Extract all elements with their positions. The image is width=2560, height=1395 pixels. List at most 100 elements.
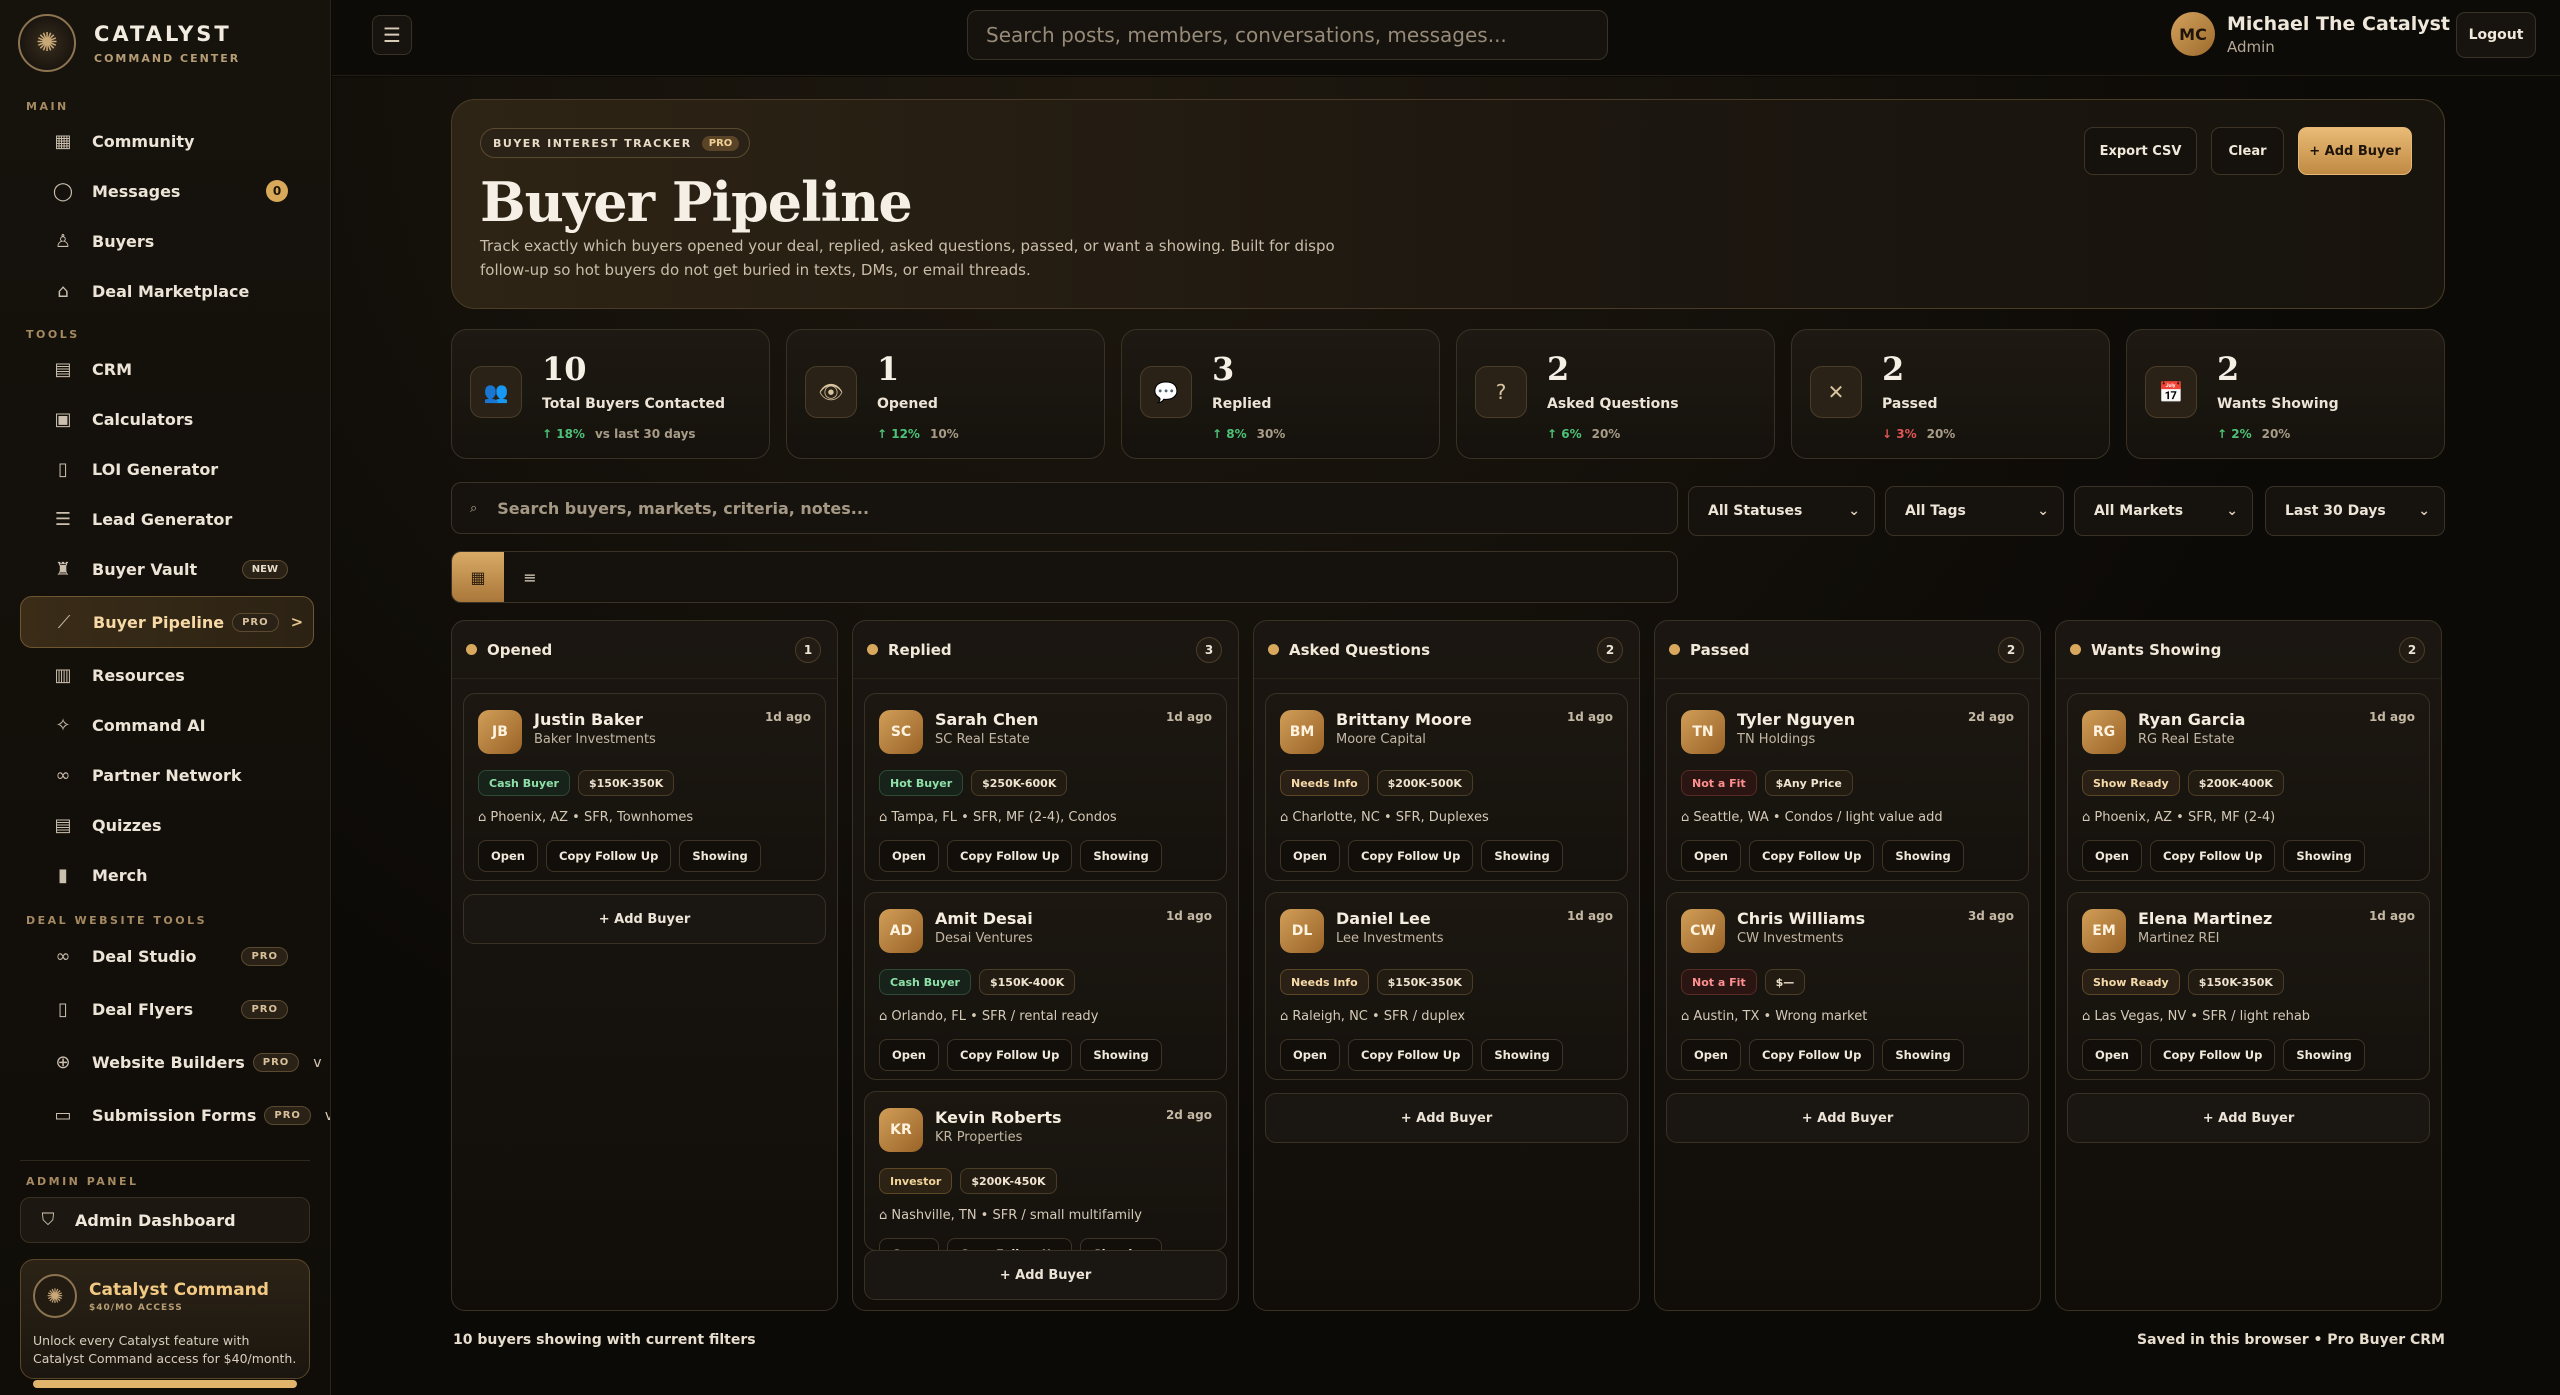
stat-label: Opened: [877, 396, 938, 412]
buyer-card[interactable]: EM Elena Martinez Martinez REI 1d ago Show R…: [2067, 892, 2430, 1080]
sidebar-item-lead-generator[interactable]: ☰ Lead Generator: [20, 494, 314, 544]
sidebar-item-buyers[interactable]: ♙ Buyers: [20, 216, 314, 266]
open-button[interactable]: Open: [1681, 840, 1741, 872]
price-range-tag: $150K-350K: [577, 770, 675, 796]
open-button[interactable]: Open: [879, 840, 939, 872]
tags-filter-select[interactable]: All Tags ⌄: [1885, 486, 2064, 536]
list-view-button[interactable]: ≡: [504, 552, 556, 602]
chevron-down-icon: ⌄: [2226, 503, 2238, 519]
sidebar-item-buyer-vault[interactable]: ♜ Buyer Vault NEW: [20, 544, 314, 594]
card-actions: OpenCopy Follow UpShowing: [1280, 840, 1563, 872]
showing-button[interactable]: Showing: [679, 840, 761, 872]
showing-button[interactable]: Showing: [1882, 840, 1964, 872]
buyer-name: Tyler Nguyen: [1737, 710, 1856, 729]
copy-follow-up-button[interactable]: Copy Follow Up: [546, 840, 672, 872]
showing-button[interactable]: Showing: [1080, 840, 1162, 872]
column-add-buyer-button[interactable]: + Add Buyer: [463, 894, 826, 944]
column-add-buyer-button[interactable]: + Add Buyer: [864, 1250, 1227, 1300]
open-button[interactable]: Open: [1280, 1039, 1340, 1071]
buyer-card[interactable]: TN Tyler Nguyen TN Holdings 2d ago Not a Fit…: [1666, 693, 2029, 881]
last-activity: 2d ago: [1165, 1108, 1212, 1122]
copy-follow-up-button[interactable]: Copy Follow Up: [1348, 840, 1474, 872]
sidebar-item-deal-flyers[interactable]: ▯ Deal Flyers PRO: [20, 983, 314, 1036]
sidebar-item-buyer-pipeline[interactable]: ⟋ Buyer Pipeline PRO >: [20, 596, 314, 648]
card-actions: OpenCopy Follow UpShowing: [1681, 1039, 1964, 1071]
global-search-input[interactable]: Search posts, members, conversations, me…: [967, 10, 1608, 60]
stat-trend: ↑ 18% vs last 30 days: [542, 427, 696, 441]
open-button[interactable]: Open: [1280, 840, 1340, 872]
column-add-buyer-button[interactable]: + Add Buyer: [1265, 1093, 1628, 1143]
open-button[interactable]: Open: [1681, 1039, 1741, 1071]
last-activity: 1d ago: [1165, 710, 1212, 724]
sidebar-item-partner-network[interactable]: ∞ Partner Network: [20, 750, 314, 800]
showing-button[interactable]: Showing: [2283, 1039, 2365, 1071]
sidebar-item-website-builders[interactable]: ⊕ Website Builders PRO v: [20, 1036, 321, 1089]
search-icon: ⌕: [470, 500, 478, 516]
copy-follow-up-button[interactable]: Copy Follow Up: [947, 1039, 1073, 1071]
sidebar-item-resources[interactable]: ▥ Resources: [20, 650, 314, 700]
menu-toggle-button[interactable]: ☰: [372, 15, 412, 55]
showing-button[interactable]: Showing: [1080, 1039, 1162, 1071]
showing-button[interactable]: Showing: [1882, 1039, 1964, 1071]
user-profile[interactable]: MC Michael The Catalyst Admin: [2171, 12, 2450, 56]
showing-button[interactable]: Showing: [2283, 840, 2365, 872]
buyer-tags: Investor $200K-450K: [879, 1168, 1057, 1194]
copy-follow-up-button[interactable]: Copy Follow Up: [1348, 1039, 1474, 1071]
buyer-market: ⌂ Orlando, FL • SFR / rental ready: [879, 1009, 1099, 1024]
open-button[interactable]: Open: [2082, 1039, 2142, 1071]
open-button[interactable]: Open: [879, 1039, 939, 1071]
chevron-right-icon: >: [290, 613, 304, 631]
buyer-card[interactable]: DL Daniel Lee Lee Investments 1d ago Needs I…: [1265, 892, 1628, 1080]
sidebar-item-command-ai[interactable]: ✧ Command AI: [20, 700, 314, 750]
column-replied: Replied 3 SC Sarah Chen SC Real Estate 1d ago…: [852, 620, 1239, 1311]
buyer-card[interactable]: SC Sarah Chen SC Real Estate 1d ago Hot Buye…: [864, 693, 1227, 881]
sidebar-item-loi-generator[interactable]: ▯ LOI Generator: [20, 444, 314, 494]
add-buyer-button[interactable]: + Add Buyer: [2298, 127, 2412, 175]
promo-upgrade-button[interactable]: [33, 1380, 297, 1388]
sidebar-item-merch[interactable]: ▮ Merch: [20, 850, 314, 900]
buyer-card[interactable]: CW Chris Williams CW Investments 3d ago Not …: [1666, 892, 2029, 1080]
admin-dashboard-button[interactable]: ⛉ Admin Dashboard: [20, 1197, 310, 1243]
buyer-card[interactable]: RG Ryan Garcia RG Real Estate 1d ago Show Re…: [2067, 693, 2430, 881]
main-content: BUYER INTEREST TRACKER PRO Buyer Pipelin…: [332, 77, 2560, 1395]
markets-filter-select[interactable]: All Markets ⌄: [2074, 486, 2253, 536]
catalyst-command-promo[interactable]: ✺ Catalyst Command $40/MO ACCESS Unlock …: [20, 1259, 310, 1388]
buyer-search-input[interactable]: ⌕ Search buyers, markets, criteria, note…: [451, 482, 1678, 534]
column-header: Wants Showing 2: [2056, 621, 2441, 679]
open-button[interactable]: Open: [2082, 840, 2142, 872]
copy-follow-up-button[interactable]: Copy Follow Up: [947, 840, 1073, 872]
column-header: Passed 2: [1655, 621, 2040, 679]
sidebar-item-quizzes[interactable]: ▤ Quizzes: [20, 800, 314, 850]
column-add-buyer-button[interactable]: + Add Buyer: [2067, 1093, 2430, 1143]
sidebar-item-messages[interactable]: ◯ Messages 0: [20, 166, 314, 216]
sidebar-item-deal-studio[interactable]: ∞ Deal Studio PRO: [20, 930, 314, 983]
showing-button[interactable]: Showing: [1481, 840, 1563, 872]
logout-button[interactable]: Logout: [2456, 12, 2536, 58]
sidebar-item-calculators[interactable]: ▣ Calculators: [20, 394, 314, 444]
buyer-card[interactable]: JB Justin Baker Baker Investments 1d ago Cas…: [463, 693, 826, 881]
copy-follow-up-button[interactable]: Copy Follow Up: [1749, 840, 1875, 872]
sidebar-item-crm[interactable]: ▤ CRM: [20, 344, 314, 394]
sidebar-item-community[interactable]: ▦ Community: [20, 116, 314, 166]
card-actions: OpenCopy Follow UpShowing: [1280, 1039, 1563, 1071]
status-filter-select[interactable]: All Statuses ⌄: [1688, 486, 1875, 536]
sidebar-item-deal-marketplace[interactable]: ⌂ Deal Marketplace: [20, 266, 314, 316]
showing-button[interactable]: Showing: [1481, 1039, 1563, 1071]
buyer-market: ⌂ Tampa, FL • SFR, MF (2-4), Condos: [879, 810, 1117, 825]
sidebar-item-submission-forms[interactable]: ▭ Submission Forms PRO v: [20, 1089, 330, 1142]
promo-price: $40/MO ACCESS: [89, 1302, 183, 1313]
clear-button[interactable]: Clear: [2211, 127, 2284, 175]
trend-change: ↑ 6%: [1547, 427, 1582, 441]
copy-follow-up-button[interactable]: Copy Follow Up: [2150, 840, 2276, 872]
copy-follow-up-button[interactable]: Copy Follow Up: [2150, 1039, 2276, 1071]
buyer-avatar: RG: [2082, 710, 2126, 754]
buyer-card[interactable]: BM Brittany Moore Moore Capital 1d ago Needs…: [1265, 693, 1628, 881]
column-add-buyer-button[interactable]: + Add Buyer: [1666, 1093, 2029, 1143]
copy-follow-up-button[interactable]: Copy Follow Up: [1749, 1039, 1875, 1071]
export-csv-button[interactable]: Export CSV: [2084, 127, 2197, 175]
board-view-button[interactable]: ▦: [452, 552, 504, 602]
open-button[interactable]: Open: [478, 840, 538, 872]
date-range-select[interactable]: Last 30 Days ⌄: [2265, 486, 2445, 536]
buyer-card[interactable]: AD Amit Desai Desai Ventures 1d ago Cash Buy…: [864, 892, 1227, 1080]
buyer-card[interactable]: KR Kevin Roberts KR Properties 2d ago Invest…: [864, 1091, 1227, 1251]
